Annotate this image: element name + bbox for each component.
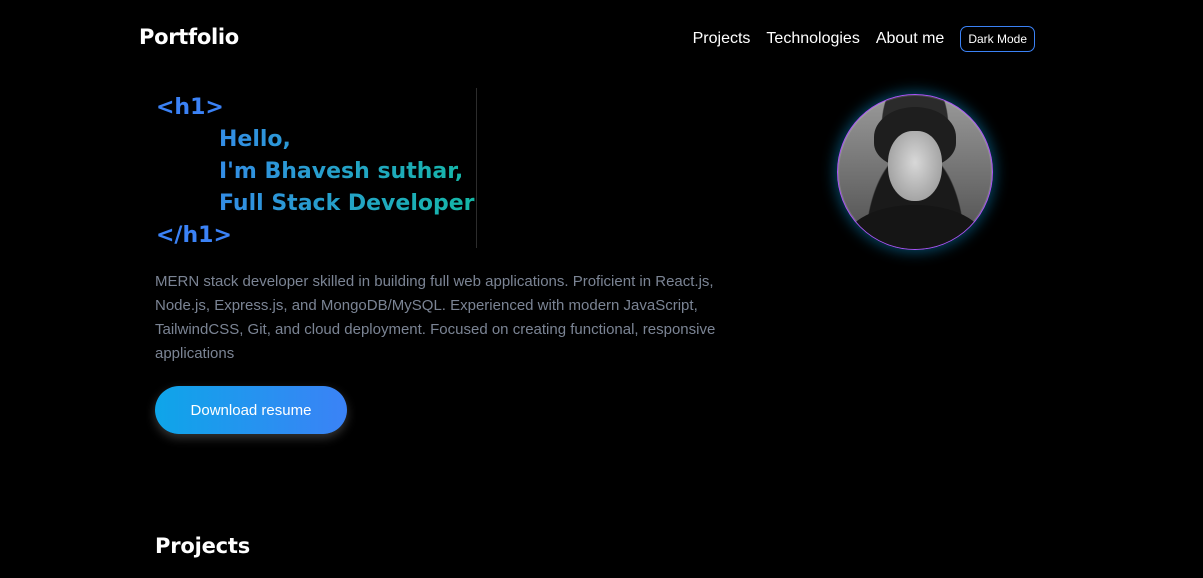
hero-line-name: I'm Bhavesh suthar, xyxy=(156,156,475,188)
hero-line-greeting: Hello, xyxy=(156,124,475,156)
top-nav: Projects Technologies About me Dark Mode xyxy=(693,26,1035,52)
h1-open-tag: <h1> xyxy=(156,95,224,120)
nav-link-technologies[interactable]: Technologies xyxy=(766,30,859,48)
nav-link-about[interactable]: About me xyxy=(876,30,944,48)
page: Portfolio Projects Technologies About me… xyxy=(0,0,1203,578)
dark-mode-toggle[interactable]: Dark Mode xyxy=(960,26,1035,52)
hero-description: MERN stack developer skilled in building… xyxy=(155,273,716,362)
hero-line-role: Full Stack Developer xyxy=(156,188,475,220)
nav-link-projects[interactable]: Projects xyxy=(693,30,751,48)
h1-close-tag: </h1> xyxy=(156,223,232,248)
avatar-face xyxy=(888,131,942,201)
brand-logo[interactable]: Portfolio xyxy=(139,25,239,49)
download-resume-button[interactable]: Download resume xyxy=(155,386,347,434)
hero-divider xyxy=(476,88,477,248)
projects-section-title: Projects xyxy=(155,534,251,558)
hero-heading: <h1> Hello, I'm Bhavesh suthar, Full Sta… xyxy=(156,92,475,252)
profile-avatar xyxy=(837,94,993,250)
avatar-shoulders xyxy=(846,205,984,249)
